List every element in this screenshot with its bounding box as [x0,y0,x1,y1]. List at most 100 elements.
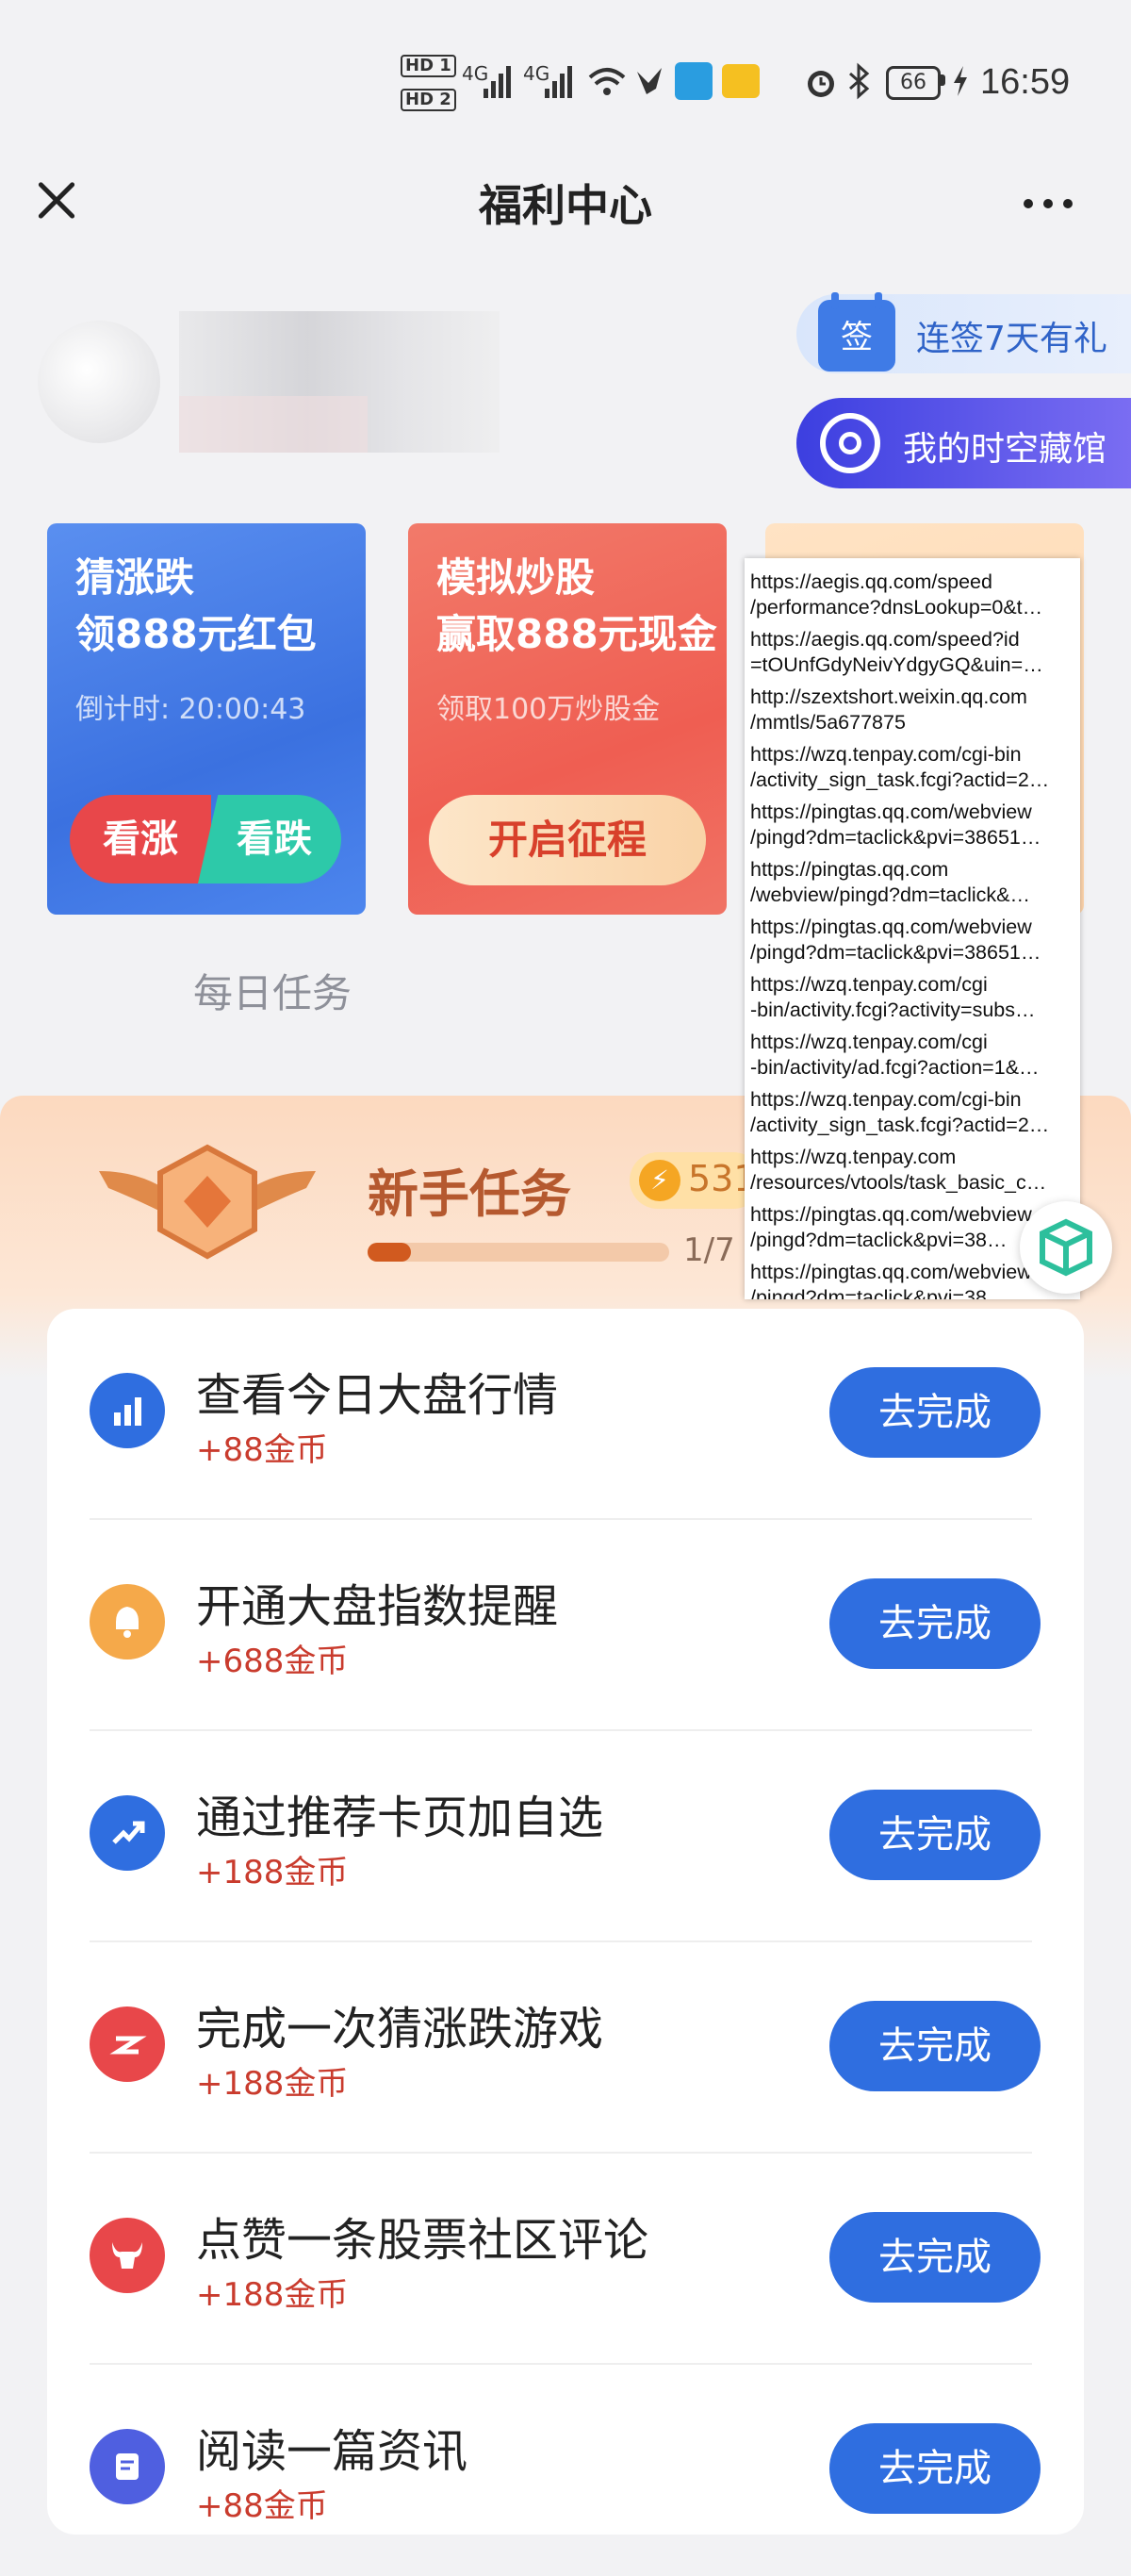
url-line-1: https://wzq.tenpay.com/cgi [750,973,988,996]
url-line-2: =tOUnfGdyNeivYdgyGQ&uin=… [750,653,1043,676]
task-name: 点赞一条股票社区评论 [196,2214,649,2267]
bet-down-button[interactable]: 看跌 [198,795,341,883]
more-options-icon[interactable] [1024,185,1080,223]
url-log-item[interactable]: https://wzq.tenpay.com/resources/vtools/… [745,1145,1080,1196]
url-line-1: https://aegis.qq.com/speed [750,570,992,593]
guess-card-title: 猜涨跌 领888元红包 [75,550,317,663]
task-name: 查看今日大盘行情 [196,1369,559,1422]
url-line-2: /activity_sign_task.fcgi?actid=2… [750,768,1050,791]
countdown-text: 倒计时: 20:00:43 [75,693,306,726]
task-reward: +188金币 [196,2065,349,2103]
url-log-item[interactable]: https://wzq.tenpay.com/cgi-bin/activity_… [745,742,1080,793]
url-line-2: -bin/activity.fcgi?activity=subs… [750,999,1036,1021]
task-complete-button[interactable]: 去完成 [829,2423,1041,2514]
bluetooth-icon [849,62,870,100]
task-complete-button[interactable]: 去完成 [829,2212,1041,2303]
stock-card-title: 模拟炒股 赢取888元现金 [436,550,717,663]
cube-icon [1040,1218,1092,1277]
url-line-1: https://wzq.tenpay.com/cgi-bin [750,743,1022,766]
url-line-2: /mmtls/5a677875 [750,711,906,734]
profile-info-blurred [179,396,368,453]
hd1-indicator: HD 1 [401,55,456,77]
task-row: 点赞一条股票社区评论 +188金币 去完成 [47,2154,1084,2365]
url-line-2: /activity_sign_task.fcgi?actid=2… [750,1114,1050,1136]
avatar[interactable] [38,321,160,443]
signal-2-icon [545,60,572,98]
status-bar: HD 1 HD 2 4G 4G 66 16:59 [0,0,1131,160]
guess-card-title-line1: 猜涨跌 [75,554,195,601]
coin-icon: ⚡ [639,1160,680,1201]
app-notification-icon [675,62,713,100]
url-line-1: https://aegis.qq.com/speed?id [750,628,1020,651]
bet-up-button[interactable]: 看涨 [70,795,211,883]
battery-tip [941,74,945,86]
task-reward: +688金币 [196,1643,349,1680]
task-name: 通过推荐卡页加自选 [196,1792,604,1844]
url-log-item[interactable]: https://wzq.tenpay.com/cgi-bin/activity_… [745,1087,1080,1138]
task-name: 完成一次猜涨跌游戏 [196,2003,604,2056]
task-complete-button[interactable]: 去完成 [829,1578,1041,1669]
task-complete-button[interactable]: 去完成 [829,1367,1041,1458]
signin-reward-label: 连签7天有礼 [916,320,1107,358]
url-line-2: /resources/vtools/task_basic_c… [750,1171,1047,1194]
newbie-progress-text: 1/7 [683,1231,735,1269]
url-log-item[interactable]: https://wzq.tenpay.com/cgi -bin/activity/… [745,1030,1080,1081]
task-row: 阅读一篇资讯 +88金币 去完成 [47,2365,1084,2576]
task-reward: +188金币 [196,2276,349,2314]
url-line-1: https://wzq.tenpay.com [750,1146,957,1168]
url-line-1: https://pingtas.qq.com/webview [750,801,1032,823]
floating-cube-button[interactable] [1020,1201,1112,1294]
updown-icon [90,2006,165,2082]
url-log-item[interactable]: http://szextshort.weixin.qq.com/mmtls/5a… [745,685,1080,735]
stock-card-subtitle: 领取100万炒股金 [436,693,661,726]
trend-up-icon [90,1795,165,1871]
url-line-2: -bin/activity/ad.fcgi?action=1&… [750,1056,1040,1079]
task-name: 开通大盘指数提醒 [196,1580,559,1633]
battery-indicator: 66 [886,66,941,100]
hd2-indicator: HD 2 [401,89,456,111]
article-icon [90,2429,165,2504]
task-row: 查看今日大盘行情 +88金币 去完成 [47,1309,1084,1520]
newbie-progress-fill [368,1243,411,1262]
treasure-gallery-label: 我的时空藏馆 [903,430,1107,469]
task-reward: +88金币 [196,2487,328,2525]
url-log-item[interactable]: https://pingtas.qq.com/webview/pingd?dm=… [745,857,1080,908]
task-row: 开通大盘指数提醒 +688金币 去完成 [47,1520,1084,1731]
guess-card-title-line2: 领888元红包 [75,611,317,657]
url-line-1: https://pingtas.qq.com/webview [750,916,1032,938]
time-space-icon [820,413,880,473]
task-complete-button[interactable]: 去完成 [829,2001,1041,2091]
url-line-1: https://pingtas.qq.com [750,858,949,881]
url-line-1: https://wzq.tenpay.com/cgi [750,1031,988,1053]
url-log-item[interactable]: https://pingtas.qq.com/webview/pingd?dm=… [745,800,1080,850]
calendar-sign-icon: 签 [818,292,895,372]
task-row: 通过推荐卡页加自选 +188金币 去完成 [47,1731,1084,1942]
url-line-1: http://szextshort.weixin.qq.com [750,685,1027,708]
bar-chart-icon [90,1373,165,1448]
bird-app-icon [637,68,662,94]
start-journey-button[interactable]: 开启征程 [429,795,706,885]
bull-icon [90,2218,165,2293]
url-line-2: /pingd?dm=taclick&pvi=38651… [750,941,1041,964]
newbie-task-title: 新手任务 [368,1164,571,1224]
url-log-item[interactable]: https://aegis.qq.com/speed/performance?d… [745,570,1080,620]
url-log-item[interactable]: https://pingtas.qq.com/webview/pingd?dm=… [745,915,1080,966]
newbie-progress-track [368,1243,669,1262]
url-log-item[interactable]: https://wzq.tenpay.com/cgi -bin/activity.… [745,972,1080,1023]
url-line-2: /webview/pingd?dm=taclick&… [750,883,1030,906]
page-title: 福利中心 [479,180,652,231]
alarm-icon [808,71,834,97]
task-row: 完成一次猜涨跌游戏 +188金币 去完成 [47,1942,1084,2154]
task-reward: +88金币 [196,1431,328,1469]
url-line-2: /performance?dnsLookup=0&t… [750,596,1043,619]
charging-icon [954,66,967,96]
url-line-1: https://wzq.tenpay.com/cgi-bin [750,1088,1022,1111]
bell-icon [90,1584,165,1660]
task-complete-button[interactable]: 去完成 [829,1790,1041,1880]
url-log-item[interactable]: https://aegis.qq.com/speed?id =tOUnfGdyNe… [745,627,1080,678]
url-line-2: /pingd?dm=taclick&pvi=38651… [750,826,1041,849]
task-name: 阅读一篇资讯 [196,2425,468,2478]
wifi-icon [588,68,626,95]
daily-tasks-tab[interactable]: 每日任务 [193,962,352,1019]
stock-card-title-line2: 赢取888元现金 [436,611,717,657]
